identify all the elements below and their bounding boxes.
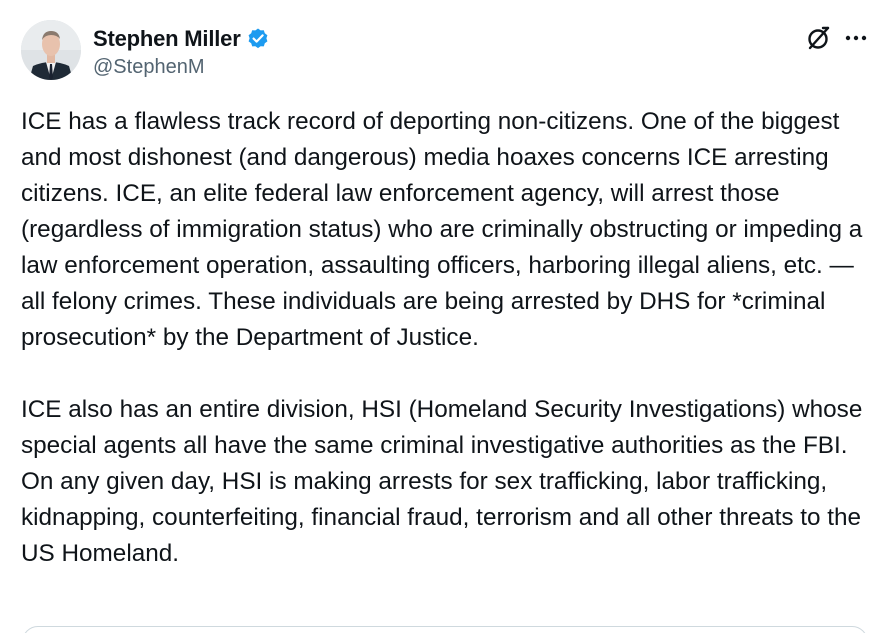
grok-icon[interactable]: [805, 24, 833, 52]
media-card[interactable]: [22, 626, 868, 633]
tweet-text: ICE has a flawless track record of depor…: [21, 104, 871, 572]
avatar[interactable]: [21, 20, 81, 80]
display-name-row: Stephen Miller: [93, 26, 270, 52]
avatar-photo-icon: [21, 20, 81, 80]
tweet-paragraph-1: ICE has a flawless track record of depor…: [21, 108, 870, 351]
verified-badge-icon[interactable]: [246, 27, 270, 51]
author-names: Stephen Miller @StephenM: [93, 26, 270, 79]
tweet-actions: [805, 24, 871, 52]
tweet-header: Stephen Miller @StephenM: [21, 20, 871, 84]
more-options-icon[interactable]: [841, 24, 871, 52]
author-display-name[interactable]: Stephen Miller: [93, 26, 241, 52]
tweet-paragraph-2: ICE also has an entire division, HSI (Ho…: [21, 396, 870, 567]
author-handle[interactable]: @StephenM: [93, 56, 270, 79]
